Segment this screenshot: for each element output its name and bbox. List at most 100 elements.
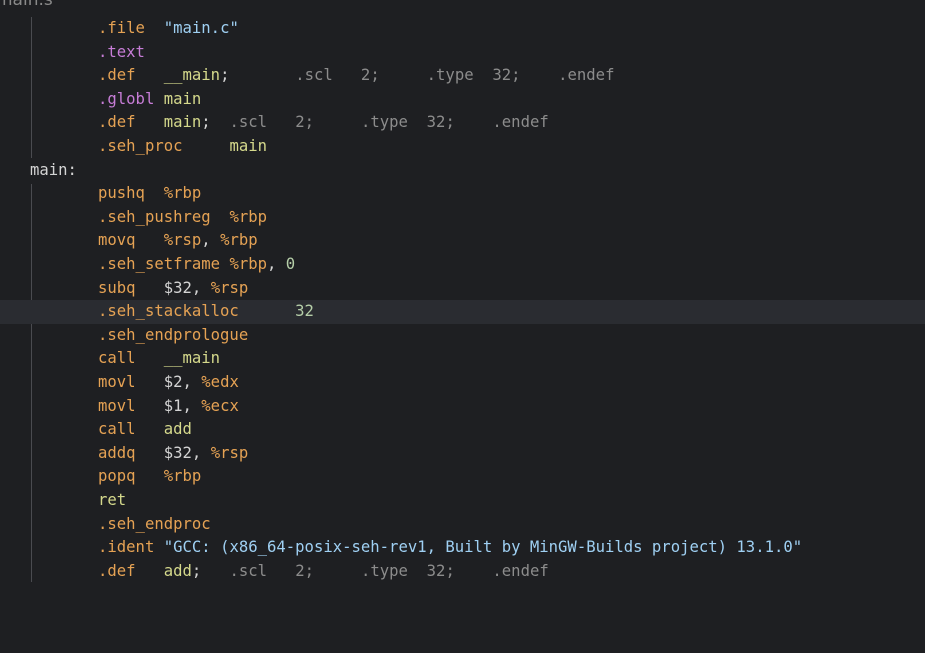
code-token: ; <box>304 113 314 132</box>
code-token: .seh_pushreg <box>98 207 211 226</box>
code-token: 2 <box>295 561 305 580</box>
code-token: ; <box>201 113 211 132</box>
code-token: ; <box>445 561 455 580</box>
code-line[interactable]: popq %rbp <box>0 465 925 489</box>
code-token: $32 <box>163 278 192 297</box>
code-line[interactable]: ret <box>0 489 925 513</box>
code-token: , <box>201 231 221 250</box>
code-line-text: .text <box>98 41 145 65</box>
code-line-text: call __main <box>98 347 220 371</box>
code-token: .seh_stackalloc <box>98 302 239 321</box>
code-line[interactable]: call add <box>0 418 925 442</box>
code-line[interactable]: .def main; .scl 2; .type 32; .endef <box>0 111 925 135</box>
code-token: .def <box>98 66 136 85</box>
code-line-current[interactable]: .seh_stackalloc 32 <box>0 300 925 324</box>
code-line[interactable]: pushq %rbp <box>0 182 925 206</box>
code-editor[interactable]: main.s .file "main.c" .text .def __main; .… <box>0 0 925 653</box>
code-token: .scl <box>229 561 268 580</box>
code-token: 2 <box>360 66 371 85</box>
code-token: ; <box>511 66 521 85</box>
file-tab-title[interactable]: main.s <box>0 0 53 10</box>
code-line-text: addq $32, %rsp <box>98 442 248 466</box>
code-token: .type <box>360 113 408 132</box>
code-token: call <box>98 420 136 439</box>
code-line[interactable]: subq $32, %rsp <box>0 277 925 301</box>
code-line-text: .def add; .scl 2; .type 32; .endef <box>98 560 549 584</box>
code-line-text: movq %rsp, %rbp <box>98 229 258 253</box>
code-line-text: .seh_endproc <box>98 513 211 537</box>
code-line[interactable]: addq $32, %rsp <box>0 442 925 466</box>
code-token: .seh_endproc <box>98 514 211 533</box>
code-token: .seh_endprologue <box>98 325 249 344</box>
code-line[interactable]: .def __main; .scl 2; .type 32; .endef <box>0 64 925 88</box>
code-line[interactable]: .file "main.c" <box>0 17 925 41</box>
code-token: %rbp <box>220 231 258 250</box>
code-token: movl <box>98 396 136 415</box>
code-line[interactable]: main: <box>0 159 925 183</box>
code-token: 32 <box>492 66 512 85</box>
code-token: %edx <box>201 373 239 391</box>
code-line-text: movl $2, %edx <box>98 371 239 395</box>
code-line[interactable]: call __main <box>0 347 925 371</box>
code-token: $2 <box>163 373 183 391</box>
code-token: 32 <box>295 302 314 321</box>
code-line-text: popq %rbp <box>98 465 201 489</box>
code-line-text: .globl main <box>98 88 201 112</box>
code-line[interactable]: .seh_setframe %rbp, 0 <box>0 253 925 277</box>
code-line[interactable]: .seh_endproc <box>0 513 925 537</box>
code-line-text: subq $32, %rsp <box>98 277 248 301</box>
code-token: 32 <box>426 113 446 132</box>
code-line[interactable]: movl $1, %ecx <box>0 395 925 419</box>
code-line[interactable]: .globl main <box>0 88 925 112</box>
code-line-text: main: <box>30 159 77 183</box>
code-line[interactable]: .seh_pushreg %rbp <box>0 206 925 230</box>
code-token: .seh_setframe <box>98 255 221 273</box>
code-token: %rbp <box>163 184 202 203</box>
code-token: .globl <box>98 89 155 108</box>
code-token: %rsp <box>210 443 249 462</box>
code-token: add <box>163 420 192 439</box>
code-line-text: call add <box>98 418 192 442</box>
code-line[interactable]: movl $2, %edx <box>0 371 925 395</box>
code-token: 0 <box>285 255 296 273</box>
code-token: 32 <box>426 561 446 580</box>
code-token: main <box>163 113 202 132</box>
code-line[interactable]: .ident "GCC: (x86_64-posix-seh-rev1, Bui… <box>0 536 925 560</box>
code-token: .scl <box>229 113 268 132</box>
code-line[interactable]: .seh_proc main <box>0 135 925 159</box>
code-token: .text <box>98 42 145 61</box>
code-token: , <box>182 373 202 391</box>
code-token: ret <box>98 491 127 509</box>
code-line-text: pushq %rbp <box>98 182 201 206</box>
code-token: call <box>98 349 136 368</box>
code-line[interactable]: .text <box>0 41 925 65</box>
code-line[interactable]: .seh_endprologue <box>0 324 925 348</box>
code-token: %rsp <box>210 278 249 297</box>
code-line[interactable]: movq %rsp, %rbp <box>0 229 925 253</box>
code-line[interactable]: .def add; .scl 2; .type 32; .endef <box>0 560 925 584</box>
code-token: $32 <box>163 443 192 462</box>
code-token: "GCC: (x86_64-posix-seh-rev1, Built by M… <box>163 538 803 557</box>
code-token: .ident <box>98 538 155 557</box>
code-token: "main.c" <box>163 19 239 37</box>
code-line-text: ret <box>98 489 126 513</box>
